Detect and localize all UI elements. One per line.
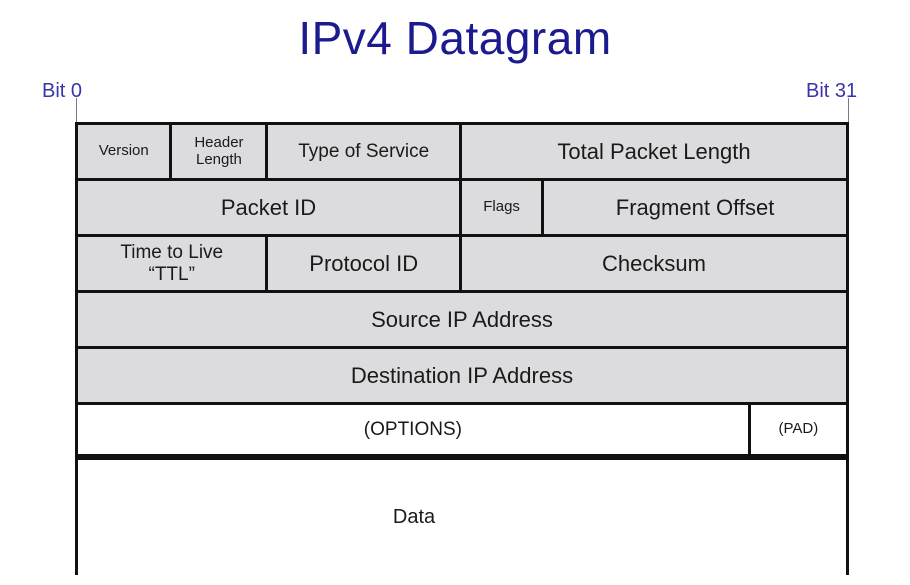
field-time-to-live: Time to Live “TTL” [78,237,269,290]
field-fragment-offset: Fragment Offset [544,181,846,234]
field-type-of-service: Type of Service [268,125,462,178]
bit-31-tick-mark [848,98,849,122]
field-options: (OPTIONS) [78,405,751,454]
header-row-4: Source IP Address [75,290,849,346]
field-ttl-line1: Time to Live [120,242,224,264]
bit-31-label: Bit 31 [806,80,858,102]
field-checksum: Checksum [461,237,846,290]
bit-0-tick-mark [76,98,77,122]
field-header-length: Header Length [172,125,269,178]
field-protocol-id: Protocol ID [268,237,462,290]
page-title: IPv4 Datagram [298,12,612,64]
payload-row: Data [75,457,849,575]
header-row-2: Packet ID Flags Fragment Offset [75,178,849,234]
field-flags: Flags [462,181,545,234]
field-packet-id: Packet ID [78,181,462,234]
header-row-3: Time to Live “TTL” Protocol ID Checksum [75,234,849,290]
field-header-length-line2: Length [196,150,242,168]
field-ttl-line2: “TTL” [148,263,195,285]
field-data: Data [78,460,846,575]
header-row-5: Destination IP Address [75,346,849,402]
header-row-6: (OPTIONS) (PAD) [75,402,849,457]
ipv4-datagram-table: Version Header Length Type of Service To… [75,122,849,575]
header-row-1: Version Header Length Type of Service To… [75,122,849,178]
field-pad: (PAD) [750,405,846,454]
field-source-ip-address: Source IP Address [78,293,846,346]
field-destination-ip-address: Destination IP Address [78,349,846,402]
field-version: Version [78,125,173,178]
field-total-packet-length: Total Packet Length [461,125,846,178]
field-header-length-line1: Header [194,133,244,151]
